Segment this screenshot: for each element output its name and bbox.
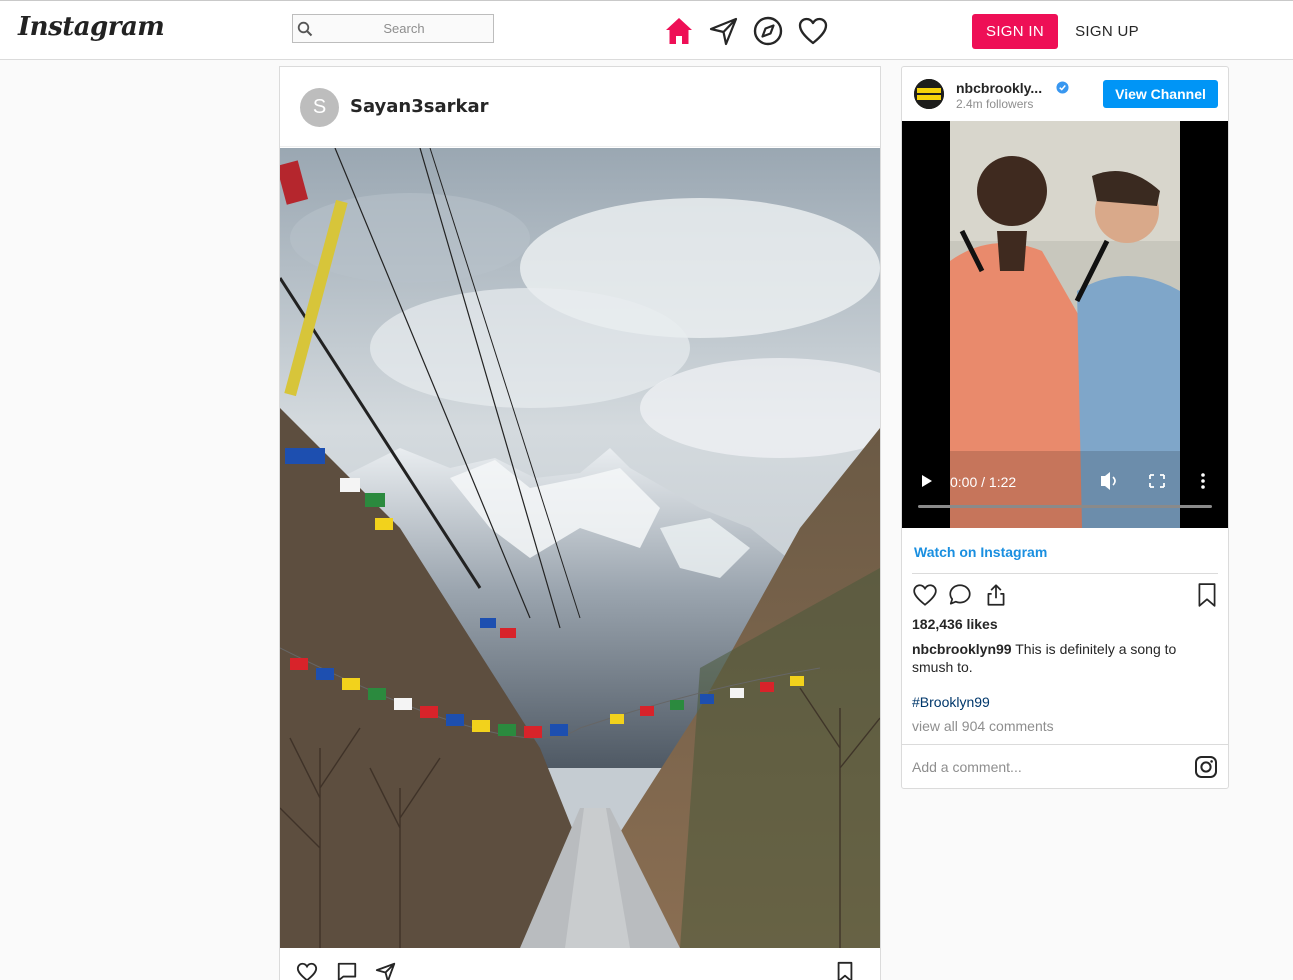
like-count: 182,436 likes	[912, 616, 998, 632]
avatar[interactable]	[914, 79, 944, 109]
video-time: 0:00 / 1:22	[950, 474, 1017, 490]
video-frame	[902, 121, 1228, 528]
avatar[interactable]: S	[300, 88, 339, 127]
home-icon[interactable]	[663, 15, 695, 47]
post-action-bar	[280, 949, 880, 980]
follower-count: 2.4m followers	[956, 97, 1034, 111]
share-icon[interactable]	[375, 961, 397, 980]
sign-up-button[interactable]: SIGN UP	[1070, 14, 1144, 49]
view-channel-button[interactable]: View Channel	[1103, 80, 1218, 108]
divider	[912, 573, 1218, 574]
comment-icon[interactable]	[336, 961, 358, 980]
like-icon[interactable]	[296, 961, 318, 980]
activity-heart-icon[interactable]	[797, 15, 829, 47]
post-header: S Sayan3sarkar	[280, 67, 880, 147]
comment-bar	[902, 744, 1228, 788]
instagram-logo[interactable]: Instagram	[18, 12, 165, 42]
caption-username[interactable]: nbcbrooklyn99	[912, 641, 1012, 657]
search-icon	[297, 21, 313, 37]
verified-badge-icon	[1056, 81, 1069, 94]
watch-on-instagram-link[interactable]: Watch on Instagram	[914, 544, 1047, 560]
share-icon[interactable]	[983, 582, 1009, 608]
explore-icon[interactable]	[752, 15, 784, 47]
save-icon[interactable]	[835, 961, 855, 980]
instagram-glyph-icon[interactable]	[1194, 755, 1218, 779]
direct-message-icon[interactable]	[708, 15, 740, 47]
video-player[interactable]: 0:00 / 1:22	[902, 121, 1228, 528]
search-input[interactable]	[317, 16, 491, 41]
channel-logo-icon	[914, 79, 944, 109]
save-icon[interactable]	[1196, 582, 1218, 608]
hashtag-link[interactable]: #Brooklyn99	[912, 694, 990, 710]
add-comment-input[interactable]	[912, 757, 1182, 777]
embed-username[interactable]: nbcbrookly...	[956, 80, 1042, 96]
like-icon[interactable]	[912, 582, 938, 608]
instagram-embed-card: nbcbrookly... 2.4m followers View Channe…	[901, 66, 1229, 789]
post-card: S Sayan3sarkar	[279, 66, 881, 980]
search-box[interactable]	[292, 14, 494, 43]
comment-icon[interactable]	[947, 582, 973, 608]
view-all-comments-link[interactable]: view all 904 comments	[912, 718, 1054, 734]
top-navigation-bar: Instagram SIGN IN SIGN UP	[0, 0, 1293, 60]
post-caption: nbcbrooklyn99 This is definitely a song …	[912, 640, 1212, 676]
post-username[interactable]: Sayan3sarkar	[350, 96, 489, 117]
mountain-road-photo	[280, 148, 880, 948]
post-photo[interactable]	[280, 148, 880, 948]
sign-in-button[interactable]: SIGN IN	[972, 14, 1058, 49]
